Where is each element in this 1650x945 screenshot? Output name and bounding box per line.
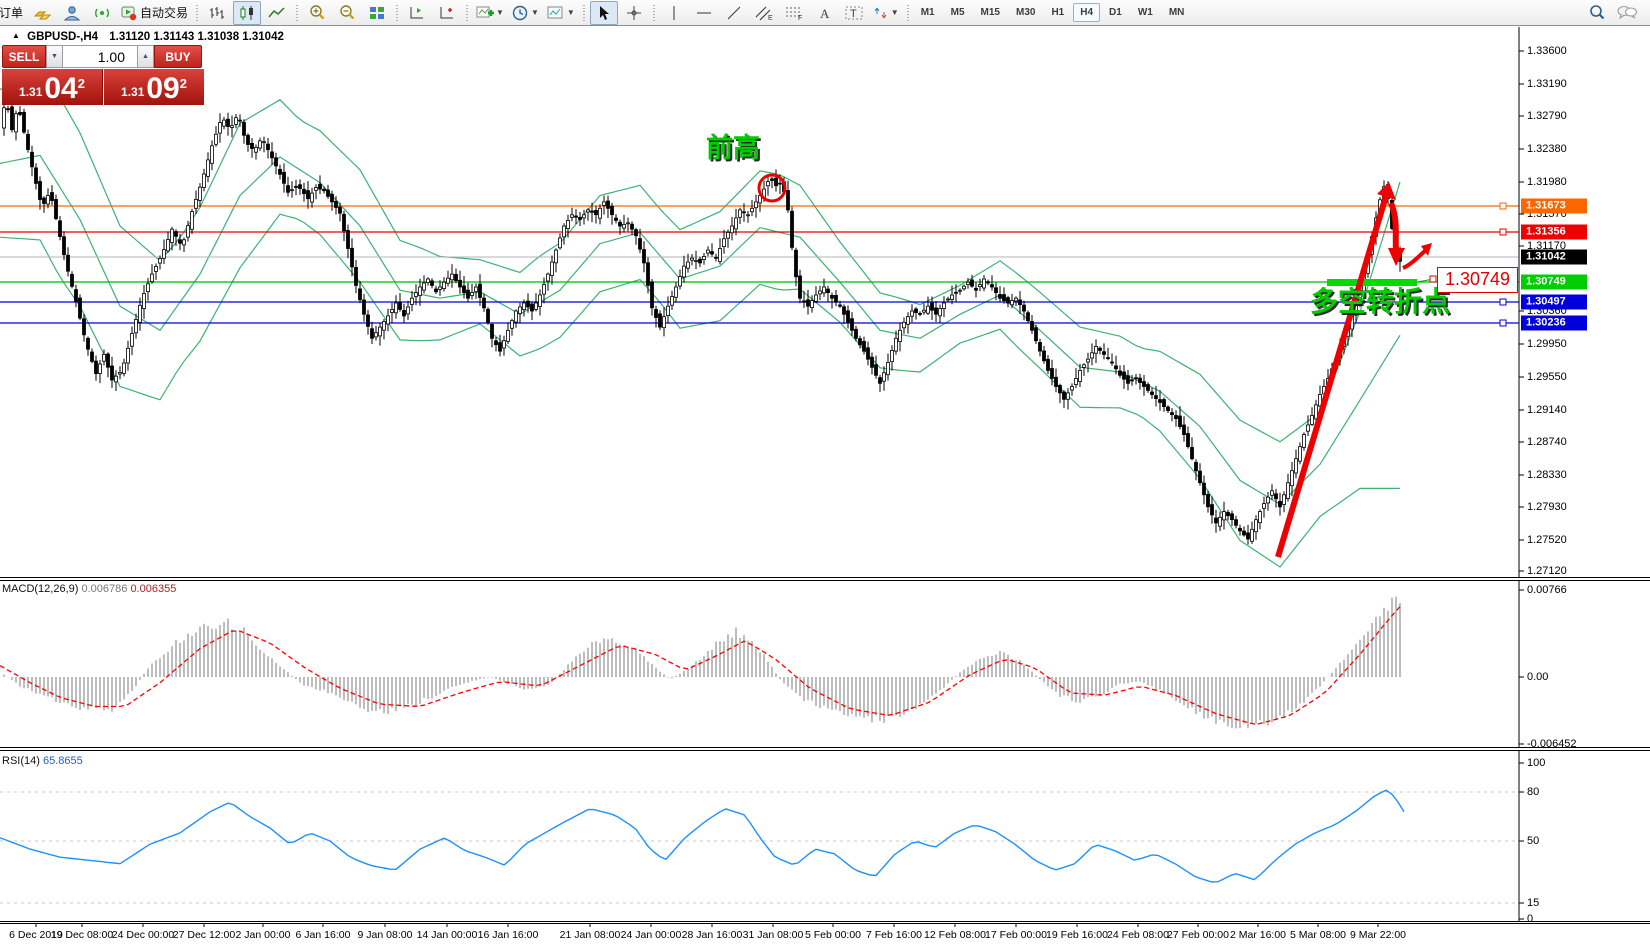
time-axis-label: 24 Feb 08:00	[1107, 929, 1169, 941]
bollinger-u	[0, 71, 1400, 442]
price-tick-label: 1.28740	[1527, 436, 1567, 448]
price-badge-1.31673: 1.31673	[1521, 199, 1587, 214]
macd-panel	[0, 597, 1400, 729]
rsi-line	[0, 790, 1404, 882]
time-axis-label: 19 Dec 08:00	[51, 929, 113, 941]
sell-price-big: 04	[44, 75, 77, 104]
price-badge-1.30749: 1.30749	[1521, 275, 1587, 290]
time-axis-label: 27 Dec 12:00	[173, 929, 235, 941]
time-axis-label: 21 Jan 08:00	[560, 929, 621, 941]
buy-price-big: 09	[146, 75, 179, 104]
time-axis-label: 24 Jan 00:00	[621, 929, 682, 941]
rsi-tick-label: 15	[1527, 897, 1539, 909]
buy-button[interactable]: BUY	[154, 45, 202, 68]
time-axis-label: 28 Jan 16:00	[682, 929, 743, 941]
buy-price-prefix: 1.31	[121, 85, 144, 99]
time-axis-label: 2 Jan 00:00	[236, 929, 291, 941]
ohlc-values: 1.31120 1.31143 1.31038 1.31042	[109, 31, 284, 43]
time-axis-label: 7 Feb 16:00	[866, 929, 922, 941]
macd-tick-label: 0.00766	[1527, 584, 1567, 596]
time-axis-label: 9 Mar 22:00	[1350, 929, 1406, 941]
time-axis-label: 19 Feb 16:00	[1046, 929, 1108, 941]
bollinger-l	[0, 214, 1400, 567]
price-tick-label: 1.33190	[1527, 78, 1567, 90]
volume-decrease-button[interactable]: ▼	[46, 45, 63, 68]
price-tick-label: 1.27120	[1527, 565, 1567, 577]
macd-rsi-divider[interactable]	[0, 747, 1650, 751]
price-badge-1.31042: 1.31042	[1521, 250, 1587, 265]
volume-increase-button[interactable]: ▲	[137, 45, 154, 68]
line-handle	[1500, 299, 1506, 305]
bollinger-m	[0, 155, 1400, 504]
rsi-label: RSI(14) 65.8655	[2, 755, 83, 767]
sell-price-pip: 2	[78, 76, 85, 91]
sell-price-display[interactable]: 1.31 04 2	[2, 69, 103, 105]
buy-price-display[interactable]: 1.31 09 2	[104, 69, 204, 105]
time-axis-label: 17 Feb 00:00	[985, 929, 1047, 941]
rsi-tick-label: 50	[1527, 835, 1539, 847]
one-click-trade-panel: SELL ▼ ▲ BUY 1.31 04 2 1.31 09 2	[2, 45, 204, 105]
macd-tick-label: -0.006452	[1527, 738, 1577, 750]
price-tick-label: 1.29950	[1527, 338, 1567, 350]
price-badge-1.30236: 1.30236	[1521, 316, 1587, 331]
sell-button[interactable]: SELL	[2, 45, 46, 68]
rsi-dateaxis-divider	[0, 921, 1650, 924]
price-tick-label: 1.32380	[1527, 143, 1567, 155]
price-badge-1.31356: 1.31356	[1521, 225, 1587, 240]
time-axis-label: 5 Feb 00:00	[805, 929, 861, 941]
time-axis-label: 24 Dec 00:00	[112, 929, 174, 941]
line-handle	[1500, 229, 1506, 235]
rsi-tick-label: 0	[1527, 913, 1533, 925]
line-handle	[1500, 203, 1506, 209]
turning-point-annotation: 多空转折点	[1310, 280, 1450, 320]
rsi-value: 65.8655	[43, 755, 83, 767]
price-badge-1.30497: 1.30497	[1521, 295, 1587, 310]
macd-main-value: 0.006786	[81, 583, 127, 595]
time-axis-label: 27 Feb 00:00	[1167, 929, 1229, 941]
front-high-annotation: 前高	[706, 126, 760, 165]
price-tick-label: 1.33600	[1527, 45, 1567, 57]
price-tick-label: 1.31980	[1527, 176, 1567, 188]
price-callout[interactable]: 1.30749	[1437, 267, 1518, 293]
time-axis-label: 2 Mar 16:00	[1230, 929, 1286, 941]
main-macd-divider[interactable]	[0, 577, 1650, 581]
time-axis-label: 31 Jan 08:00	[743, 929, 804, 941]
chart-plot[interactable]	[0, 0, 1650, 945]
price-tick-label: 1.29140	[1527, 404, 1567, 416]
macd-tick-label: 0.00	[1527, 671, 1548, 683]
price-tick-label: 1.27520	[1527, 534, 1567, 546]
price-tick-label: 1.27930	[1527, 501, 1567, 513]
symbol-period: GBPUSD-,H4	[27, 31, 98, 43]
line-handle	[1500, 320, 1506, 326]
mt4-window: 订单 自动交易	[0, 0, 1650, 945]
collapse-panel-icon[interactable]: ▲	[12, 31, 20, 40]
time-axis-label: 9 Jan 08:00	[358, 929, 413, 941]
macd-signal-value: 0.006355	[130, 583, 176, 595]
rsi-tick-label: 80	[1527, 786, 1539, 798]
sell-price-prefix: 1.31	[19, 85, 42, 99]
price-tick-label: 1.29550	[1527, 371, 1567, 383]
rsi-tick-label: 100	[1527, 757, 1545, 769]
time-axis-label: 16 Jan 16:00	[478, 929, 539, 941]
rsi-panel	[0, 790, 1519, 903]
volume-input[interactable]	[63, 45, 137, 68]
time-axis-label: 6 Jan 16:00	[296, 929, 351, 941]
time-axis-label: 14 Jan 00:00	[417, 929, 478, 941]
price-tick-label: 1.32790	[1527, 110, 1567, 122]
rally-arrow	[1278, 196, 1386, 557]
price-tick-label: 1.28330	[1527, 469, 1567, 481]
chart-title: ▲ GBPUSD-,H4 1.31120 1.31143 1.31038 1.3…	[12, 31, 284, 43]
macd-label: MACD(12,26,9) 0.006786 0.006355	[2, 583, 176, 595]
time-axis-label: 5 Mar 08:00	[1290, 929, 1346, 941]
buy-price-pip: 2	[180, 76, 187, 91]
time-axis-label: 12 Feb 08:00	[924, 929, 986, 941]
